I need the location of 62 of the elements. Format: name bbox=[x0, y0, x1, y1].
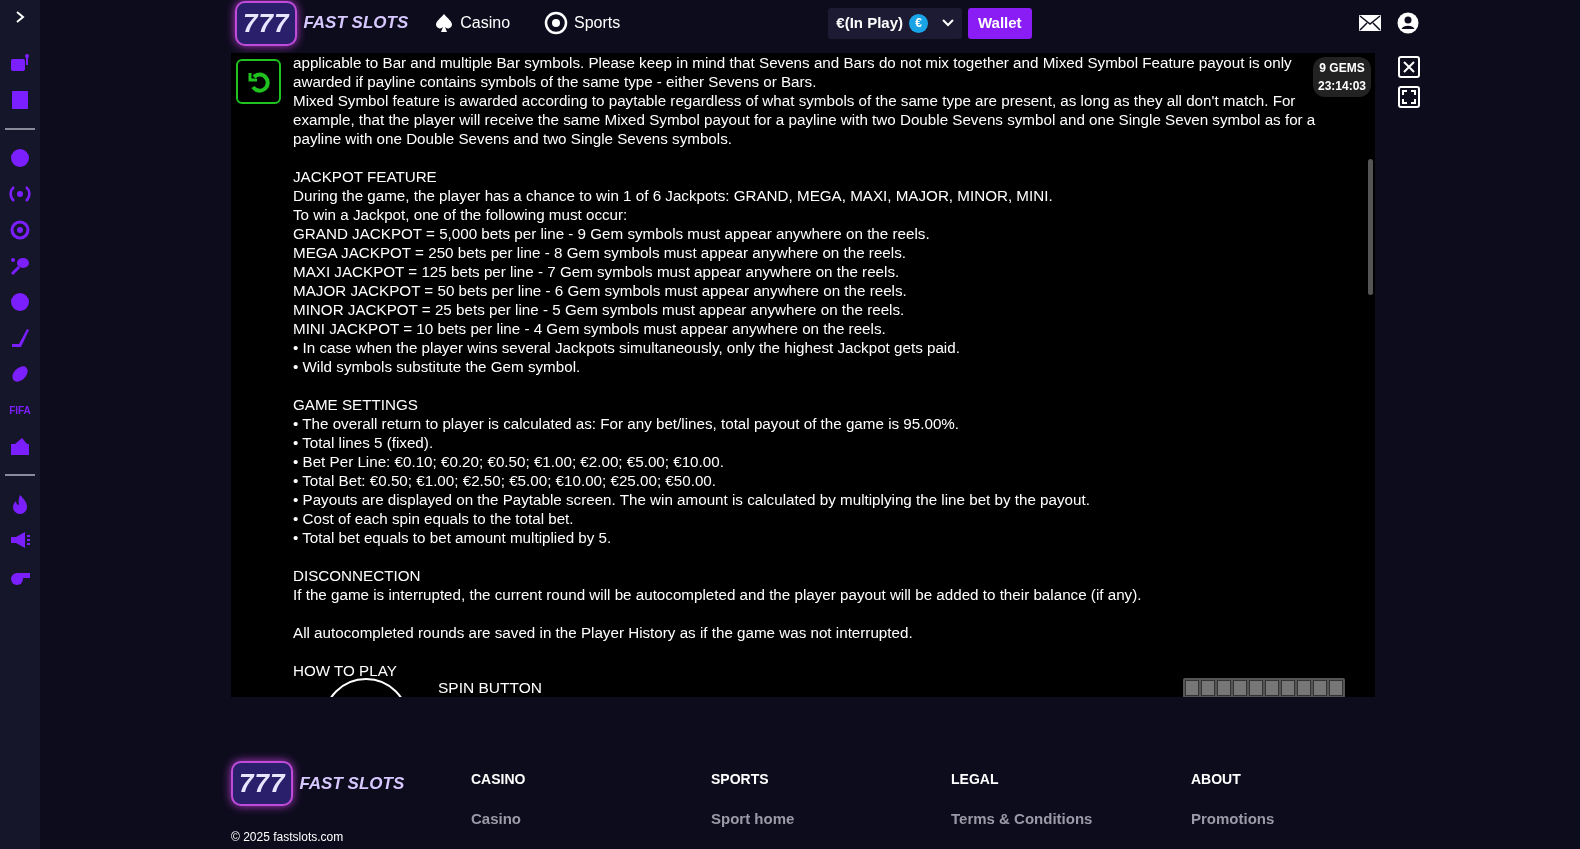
rule-text: JACKPOT FEATURE bbox=[293, 167, 437, 186]
rule-text: • Wild symbols substitute the Gem symbol. bbox=[293, 357, 581, 376]
fullscreen-button[interactable] bbox=[1398, 86, 1420, 108]
nav-link[interactable]: Sports bbox=[544, 11, 621, 35]
copyright-text: © 2025 fastslots.com bbox=[231, 829, 345, 846]
nav-link[interactable]: Casino bbox=[434, 11, 511, 35]
wallet-button[interactable]: Wallet bbox=[968, 7, 1032, 39]
footer-link[interactable]: Sport home bbox=[711, 808, 951, 831]
back-button[interactable] bbox=[236, 59, 281, 104]
footer-link[interactable]: Promotions bbox=[1191, 808, 1431, 831]
spade-icon bbox=[434, 13, 455, 33]
mail-icon[interactable] bbox=[1358, 15, 1381, 31]
expand-icon[interactable] bbox=[14, 10, 26, 24]
rule-text: • Total Bet: €0.50; €1.00; €2.50; €5.00; €10.00; €25.00; €50.00. bbox=[293, 471, 717, 490]
scrollbar-thumb[interactable] bbox=[1368, 159, 1373, 295]
balance-dropdown[interactable]: €(In Play) € bbox=[828, 7, 962, 39]
chevron-down-icon bbox=[942, 19, 954, 27]
rule-text: • The overall return to player is calculated as: For any bet/lines, total payout of the game is 95.00%. bbox=[293, 414, 960, 433]
rule-text: payline with one Double Sevens and two Single Sevens symbols. bbox=[293, 129, 732, 148]
gems-count: 9 GEMS bbox=[1319, 60, 1365, 77]
rule-text: To win a Jackpot, one of the following must occur: bbox=[293, 205, 628, 224]
rule-text: MINI JACKPOT = 10 bets per line - 4 Gem symbols must appear anywhere on the reels. bbox=[293, 319, 886, 338]
currency-badge: € bbox=[909, 13, 928, 33]
rule-text: • In case when the player wins several Jackpots simultaneously, only the highest Jackpot gets paid. bbox=[293, 338, 960, 357]
rule-text: MEGA JACKPOT = 250 bets per line - 8 Gem symbols must appear anywhere on the reels. bbox=[293, 243, 906, 262]
rule-text: Mixed Symbol feature is awarded according to paytable regardless of what symbols of the same type are present, as long as they all don't match. For bbox=[293, 91, 1296, 110]
game-clock: 23:14:03 bbox=[1317, 78, 1366, 95]
footer-link[interactable]: Casino bbox=[471, 808, 711, 831]
logo-badge[interactable]: 777 bbox=[231, 761, 294, 806]
footer-heading: ABOUT bbox=[1191, 770, 1242, 789]
rule-text: DISCONNECTION bbox=[293, 566, 421, 585]
footer-heading: CASINO bbox=[471, 770, 527, 789]
balance-label: €(In Play) bbox=[836, 12, 903, 33]
rule-text: example, that the player will receive the same Mixed Symbol payout for a payline with two Double Sevens symbol and one Single Seven symbol as for a bbox=[293, 110, 1316, 129]
rule-text: • Total lines 5 (fixed). bbox=[293, 433, 434, 452]
rule-text: MAJOR JACKPOT = 50 bets per line - 6 Gem symbols must appear anywhere on the reels. bbox=[293, 281, 907, 300]
rule-text: MAXI JACKPOT = 125 bets per line - 7 Gem symbols must appear anywhere on the reels. bbox=[293, 262, 900, 281]
rule-text: If the game is interrupted, the current round will be autocompleted and the player payout will be added to their balance (if any). bbox=[293, 585, 1142, 604]
footer-heading: LEGAL bbox=[951, 770, 1000, 789]
close-button[interactable] bbox=[1398, 56, 1420, 78]
rule-text: • Total bet equals to bet amount multiplied by 5. bbox=[293, 528, 612, 547]
close-icon bbox=[1402, 60, 1416, 74]
rule-text: awarded if payline contains symbols of the same type - either Sevens or Bars. bbox=[293, 72, 817, 91]
soccer-ball-icon bbox=[544, 11, 569, 35]
footer-heading: SPORTS bbox=[711, 770, 770, 789]
footer-link[interactable]: Terms & Conditions bbox=[951, 808, 1191, 831]
rule-text: GRAND JACKPOT = 5,000 bets per line - 9 Gem symbols must appear anywhere on the reels. bbox=[293, 224, 930, 243]
rule-text: GAME SETTINGS bbox=[293, 395, 418, 414]
logo-text[interactable]: FAST SLOTS bbox=[299, 770, 405, 797]
logo-badge[interactable]: 777 bbox=[235, 0, 298, 46]
spin-button-label: SPIN BUTTON bbox=[438, 678, 542, 697]
fullscreen-icon bbox=[1402, 90, 1416, 104]
user-icon[interactable] bbox=[1396, 12, 1419, 34]
rule-text: All autocompleted rounds are saved in the Player History as if the game was not interrupted. bbox=[293, 623, 913, 642]
rule-text: During the game, the player has a chance to win 1 of 6 Jackpots: GRAND, MEGA, MAXI, MAJOR, MINOR, MINI. bbox=[293, 186, 1053, 205]
logo-text[interactable]: FAST SLOTS bbox=[303, 10, 409, 36]
rule-text: MINOR JACKPOT = 25 bets per line - 5 Gem symbols must appear anywhere on the reels. bbox=[293, 300, 905, 319]
rule-text: • Payouts are displayed on the Paytable screen. The win amount is calculated by multiplying the line bet by the payout. bbox=[293, 490, 1090, 509]
rule-text: HOW TO PLAY bbox=[293, 661, 397, 680]
rule-text: • Bet Per Line: €0.10; €0.20; €0.50; €1.00; €2.00; €5.00; €10.00. bbox=[293, 452, 724, 471]
rule-text: applicable to Bar and multiple Bar symbols. Please keep in mind that Sevens and Bars do not mix together and Mixed Symbol Feature payout is only bbox=[293, 53, 1292, 72]
rule-text: • Cost of each spin equals to the total bet. bbox=[293, 509, 574, 528]
